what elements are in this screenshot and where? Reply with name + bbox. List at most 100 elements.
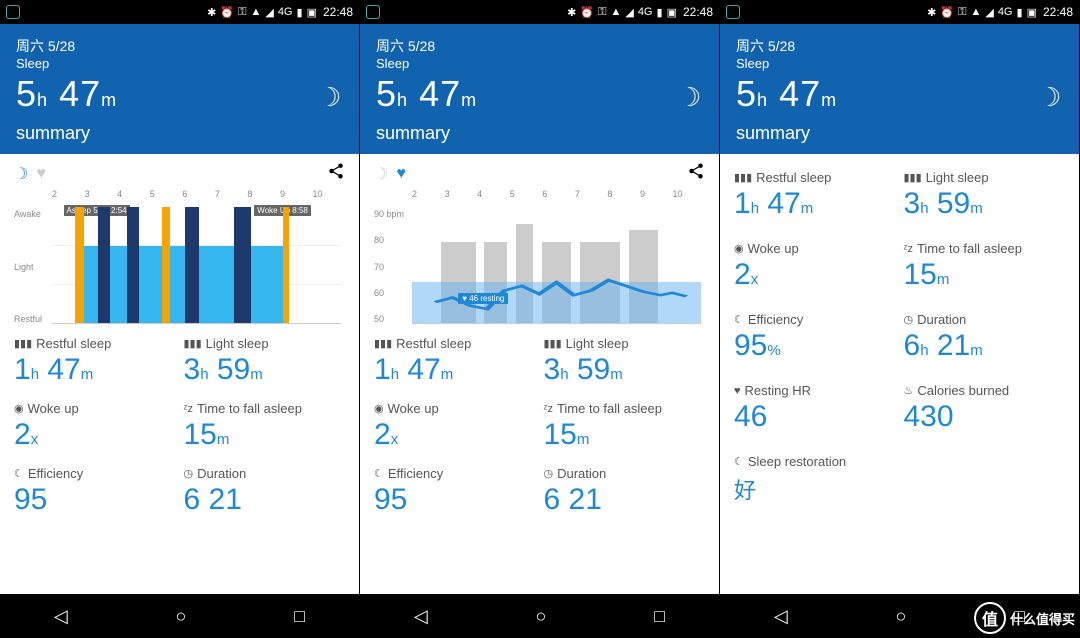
android-navbar: ◁ ○ □: [0, 594, 359, 638]
moon-icon: ☾: [318, 82, 341, 113]
stat-calories: ♨Calories burned430: [904, 383, 1066, 434]
battery-icon: ▮: [657, 6, 663, 19]
home-button[interactable]: ○: [536, 606, 547, 627]
tab-heart-icon[interactable]: ♥: [396, 165, 406, 183]
android-navbar: ◁ ○ □: [360, 594, 719, 638]
key-icon: ⚿: [598, 6, 606, 19]
home-button[interactable]: ○: [176, 606, 187, 627]
header-label: Sleep: [376, 56, 703, 71]
battery-icon: ▮: [1017, 6, 1023, 19]
share-icon[interactable]: [687, 162, 705, 185]
moon-icon: ☾: [678, 82, 701, 113]
bars-icon: ▮▮▮: [14, 337, 32, 350]
tab-row: ☾ ♥: [374, 162, 705, 185]
battery-icon: ▮: [297, 6, 303, 19]
home-button[interactable]: ○: [896, 606, 907, 627]
stat-efficiency: ☾Efficiency 95: [14, 466, 176, 517]
stat-restful: ▮▮▮Restful sleep 1h 47m: [14, 336, 176, 387]
stat-duration: ◷Duration6h 21m: [904, 312, 1066, 363]
signal-icon: ◢: [265, 6, 273, 19]
sim-icon: ▣: [307, 6, 317, 19]
sleep-header: 周六 5/28 Sleep 5h 47m summary ☾: [360, 24, 719, 154]
key-icon: ⚿: [958, 6, 966, 19]
network-label: 4G: [998, 6, 1013, 18]
body: ☾ ♥ 2345678910 Awake Light Restful Aslee…: [0, 154, 359, 594]
tab-sleep-icon[interactable]: ☾: [374, 164, 388, 184]
header-summary: summary: [736, 123, 1063, 144]
resting-hr-tag: ♥ 46 resting: [458, 293, 508, 304]
network-label: 4G: [278, 6, 293, 18]
notification-icon: [6, 5, 20, 19]
header-label: Sleep: [736, 56, 1063, 71]
stat-duration: ◷Duration 6 21: [184, 466, 346, 517]
screen-full-stats: ✱ ⏰ ⚿ ▲ ◢ 4G ▮ ▣ 22:48 周六 5/28 Sleep 5h 47m sum…: [720, 0, 1080, 638]
header-duration: 5h 47m: [736, 73, 1063, 115]
recent-button[interactable]: □: [654, 606, 665, 627]
header-duration: 5h 47m: [376, 73, 703, 115]
watermark: 值 什么值得买: [974, 602, 1075, 634]
heart-rate-chart[interactable]: 2345678910 90 bpm80706050 ♥ 46 resting: [374, 189, 705, 324]
wifi-icon: ▲: [970, 6, 981, 18]
bluetooth-icon: ✱: [567, 6, 576, 19]
back-button[interactable]: ◁: [414, 606, 428, 627]
header-date: 周六 5/28: [16, 36, 343, 56]
bluetooth-icon: ✱: [207, 6, 216, 19]
signal-icon: ◢: [625, 6, 633, 19]
bars-icon: ▮▮▮: [184, 337, 202, 350]
alarm-icon: ⏰: [220, 6, 234, 19]
header-summary: summary: [16, 123, 343, 144]
stat-light: ▮▮▮Light sleep3h 59m: [904, 170, 1066, 221]
back-button[interactable]: ◁: [774, 606, 788, 627]
alarm-icon: ⏰: [580, 6, 594, 19]
signal-icon: ◢: [985, 6, 993, 19]
eye-icon: ◉: [14, 402, 24, 415]
stat-wokeup: ◉Woke up 2x: [14, 401, 176, 452]
screen-heart-rate: ✱ ⏰ ⚿ ▲ ◢ 4G ▮ ▣ 22:48 周六 5/28 Sleep 5h 47m sum…: [360, 0, 720, 638]
clock-icon: ◷: [184, 467, 194, 480]
share-icon[interactable]: [327, 162, 345, 185]
alarm-icon: ⏰: [940, 6, 954, 19]
zz-icon: ᶻz: [184, 403, 193, 415]
sleep-header: 周六 5/28 Sleep 5h 47m summary ☾: [0, 24, 359, 154]
stat-restoration: ☾Sleep restoration好: [734, 454, 896, 505]
tab-sleep-icon[interactable]: ☾: [14, 164, 28, 184]
stat-efficiency: ☾Efficiency95%: [734, 312, 896, 363]
status-bar: ✱ ⏰ ⚿ ▲ ◢ 4G ▮ ▣ 22:48: [720, 0, 1079, 24]
stats-grid: ▮▮▮Restful sleep1h 47m ▮▮▮Light sleep3h …: [374, 336, 705, 517]
bluetooth-icon: ✱: [927, 6, 936, 19]
stat-fallasleep: ᶻzTime to fall asleep15m: [904, 241, 1066, 292]
clock: 22:48: [1043, 5, 1073, 19]
stat-restinghr: ♥Resting HR46: [734, 383, 896, 434]
stat-light: ▮▮▮Light sleep 3h 59m: [184, 336, 346, 387]
header-duration: 5h 47m: [16, 73, 343, 115]
watermark-text: 什么值得买: [1010, 609, 1075, 628]
header-summary: summary: [376, 123, 703, 144]
notification-icon: [366, 5, 380, 19]
recent-button[interactable]: □: [294, 606, 305, 627]
stat-wokeup: ◉Woke up2x: [734, 241, 896, 292]
key-icon: ⚿: [238, 6, 246, 19]
sleep-header: 周六 5/28 Sleep 5h 47m summary ☾: [720, 24, 1079, 154]
clock: 22:48: [683, 5, 713, 19]
back-button[interactable]: ◁: [54, 606, 68, 627]
wifi-icon: ▲: [250, 6, 261, 18]
sim-icon: ▣: [1027, 6, 1037, 19]
screen-sleep-stages: ✱ ⏰ ⚿ ▲ ◢ 4G ▮ ▣ 22:48 周六 5/28 Sleep 5h …: [0, 0, 360, 638]
sim-icon: ▣: [667, 6, 677, 19]
stat-fallasleep: ᶻzTime to fall asleep 15m: [184, 401, 346, 452]
watermark-badge-icon: 值: [974, 602, 1006, 634]
header-label: Sleep: [16, 56, 343, 71]
sleep-stage-chart[interactable]: 2345678910 Awake Light Restful Asleep 5/…: [14, 189, 345, 324]
network-label: 4G: [638, 6, 653, 18]
status-bar: ✱ ⏰ ⚿ ▲ ◢ 4G ▮ ▣ 22:48: [360, 0, 719, 24]
moon-icon: ☾: [1038, 82, 1061, 113]
header-date: 周六 5/28: [376, 36, 703, 56]
stats-grid-full: ▮▮▮Restful sleep1h 47m ▮▮▮Light sleep3h …: [734, 170, 1065, 505]
tab-heart-icon[interactable]: ♥: [36, 165, 46, 183]
header-date: 周六 5/28: [736, 36, 1063, 56]
moon-small-icon: ☾: [14, 467, 24, 480]
wifi-icon: ▲: [610, 6, 621, 18]
status-bar: ✱ ⏰ ⚿ ▲ ◢ 4G ▮ ▣ 22:48: [0, 0, 359, 24]
asleep-tag: Asleep 5/29 2:54: [64, 205, 130, 216]
notification-icon: [726, 5, 740, 19]
